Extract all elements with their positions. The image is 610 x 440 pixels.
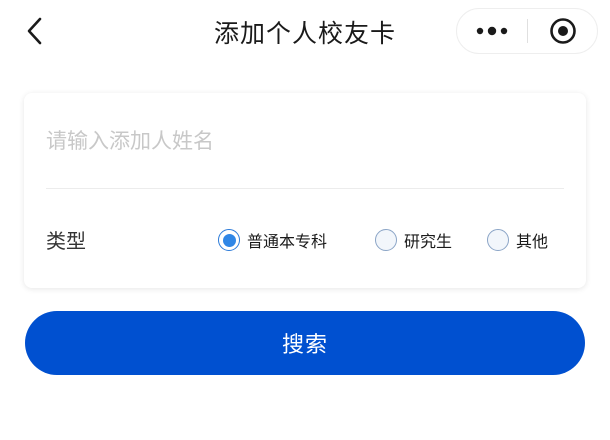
radio-label: 普通本专科 [247, 232, 328, 251]
name-input[interactable] [46, 121, 564, 161]
navigation-bar: 添加个人校友卡 [0, 0, 610, 66]
menu-capsule [456, 8, 598, 54]
radio-option-undergraduate[interactable]: 普通本专科 [218, 227, 327, 253]
input-divider [46, 188, 564, 189]
radio-unchecked-icon [487, 229, 509, 251]
more-dots-icon [476, 26, 508, 36]
radio-label: 其他 [516, 232, 549, 251]
search-button[interactable]: 搜索 [25, 311, 585, 375]
close-miniprogram-button[interactable] [528, 9, 597, 53]
radio-option-graduate[interactable]: 研究生 [375, 227, 452, 253]
radio-label: 研究生 [404, 232, 453, 251]
form-card: 类型 普通本专科 研究生 其他 [24, 93, 586, 288]
target-close-icon [549, 18, 576, 44]
radio-unchecked-icon [375, 229, 397, 251]
more-button[interactable] [457, 9, 527, 53]
radio-option-other[interactable]: 其他 [487, 227, 548, 253]
type-label: 类型 [46, 229, 86, 253]
radio-checked-icon [218, 229, 240, 251]
